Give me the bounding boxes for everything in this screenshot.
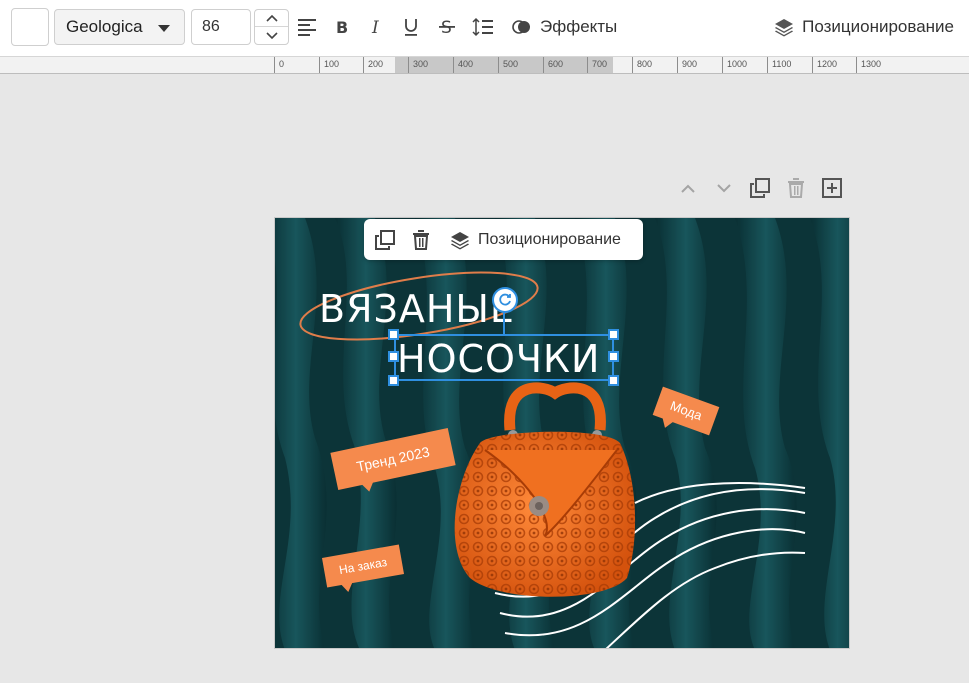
- move-slide-up-button[interactable]: [676, 176, 700, 200]
- ruler-mark: 600: [543, 57, 563, 73]
- line-height-icon: [472, 17, 493, 37]
- chevron-up-icon: [265, 14, 278, 22]
- tag-trend-label: Тренд 2023: [355, 443, 431, 475]
- ruler-mark: 1000: [722, 57, 747, 73]
- trash-icon: [788, 178, 804, 198]
- tag-fashion-label: Мода: [668, 397, 705, 424]
- chevron-down-icon: [265, 31, 278, 39]
- underline-button[interactable]: [399, 14, 423, 40]
- font-size-value: 86: [202, 18, 220, 35]
- slide-title-line-1[interactable]: ВЯЗАНЫЕ: [319, 287, 515, 331]
- tag-order-label: На заказ: [337, 554, 389, 578]
- slide-background-artwork: [275, 218, 849, 648]
- positioning-button[interactable]: Позиционирование: [774, 14, 954, 40]
- slide-canvas[interactable]: [274, 217, 850, 649]
- decrease-size-button[interactable]: [255, 27, 288, 44]
- delete-element-button[interactable]: [409, 228, 433, 252]
- resize-handle-right[interactable]: [608, 351, 619, 362]
- font-family-select[interactable]: Geologica: [54, 9, 185, 45]
- ruler-mark: 900: [677, 57, 697, 73]
- positioning-label: Позиционирование: [802, 17, 954, 36]
- text-color-swatch[interactable]: [11, 8, 49, 46]
- layers-icon: [775, 19, 794, 37]
- duplicate-icon: [375, 230, 395, 250]
- element-positioning-button[interactable]: Позиционирование: [450, 228, 621, 252]
- ruler-mark: 100: [319, 57, 339, 73]
- ruler-mark: 300: [408, 57, 428, 73]
- resize-handle-bottom-left[interactable]: [388, 375, 399, 386]
- duplicate-element-button[interactable]: [373, 228, 397, 252]
- resize-handle-top-right[interactable]: [608, 329, 619, 340]
- effects-icon: [512, 20, 530, 34]
- italic-button[interactable]: I: [364, 14, 388, 40]
- ruler-mark: 400: [453, 57, 473, 73]
- increase-size-button[interactable]: [255, 10, 288, 27]
- svg-text:B: B: [336, 18, 348, 36]
- layers-icon: [451, 232, 469, 250]
- duplicate-icon: [750, 178, 770, 198]
- resize-handle-top-left[interactable]: [388, 329, 399, 340]
- italic-icon: I: [371, 18, 379, 36]
- chevron-up-icon: [681, 184, 695, 193]
- ruler-mark: 800: [632, 57, 652, 73]
- strikethrough-icon: S: [439, 18, 455, 37]
- duplicate-slide-button[interactable]: [748, 176, 772, 200]
- text-toolbar: Geologica 86 B I S: [0, 0, 969, 57]
- delete-slide-button[interactable]: [784, 176, 808, 200]
- ruler-mark: 1200: [812, 57, 837, 73]
- rotate-handle[interactable]: [492, 287, 518, 313]
- move-slide-down-button[interactable]: [712, 176, 736, 200]
- ruler-mark: 700: [587, 57, 607, 73]
- font-size-stepper[interactable]: [254, 9, 289, 45]
- bold-button[interactable]: B: [330, 14, 354, 40]
- ruler-mark: 1100: [767, 57, 791, 73]
- chevron-down-icon: [717, 183, 731, 192]
- caret-down-icon: [158, 25, 170, 32]
- strikethrough-button[interactable]: S: [435, 14, 459, 40]
- font-family-value: Geologica: [66, 17, 143, 36]
- font-size-input[interactable]: 86: [191, 9, 251, 45]
- element-positioning-label: Позиционирование: [478, 231, 621, 248]
- horizontal-ruler: 0 100 200 300 400 500 600 700 800 900 10…: [0, 57, 969, 74]
- ruler-mark: 200: [363, 57, 383, 73]
- bold-icon: B: [336, 18, 348, 36]
- trash-icon: [413, 230, 429, 250]
- ruler-mark: 0: [274, 57, 284, 73]
- resize-handle-left[interactable]: [388, 351, 399, 362]
- ruler-mark: 1300: [856, 57, 881, 73]
- add-slide-button[interactable]: [820, 176, 844, 200]
- align-left-icon: [298, 19, 316, 36]
- rotate-icon: [499, 293, 511, 306]
- underline-icon: [405, 19, 417, 36]
- effects-label: Эффекты: [540, 17, 618, 36]
- element-toolbar: Позиционирование: [364, 219, 643, 260]
- rotate-handle-stem: [503, 313, 505, 334]
- slide-title-line-2[interactable]: НОСОЧКИ: [397, 337, 600, 381]
- svg-text:I: I: [371, 18, 379, 36]
- resize-handle-bottom-right[interactable]: [608, 375, 619, 386]
- line-height-button[interactable]: [471, 14, 495, 40]
- effects-button[interactable]: Эффекты: [512, 14, 617, 40]
- add-slide-icon: [822, 178, 842, 198]
- align-button[interactable]: [295, 14, 319, 40]
- ruler-mark: 500: [498, 57, 518, 73]
